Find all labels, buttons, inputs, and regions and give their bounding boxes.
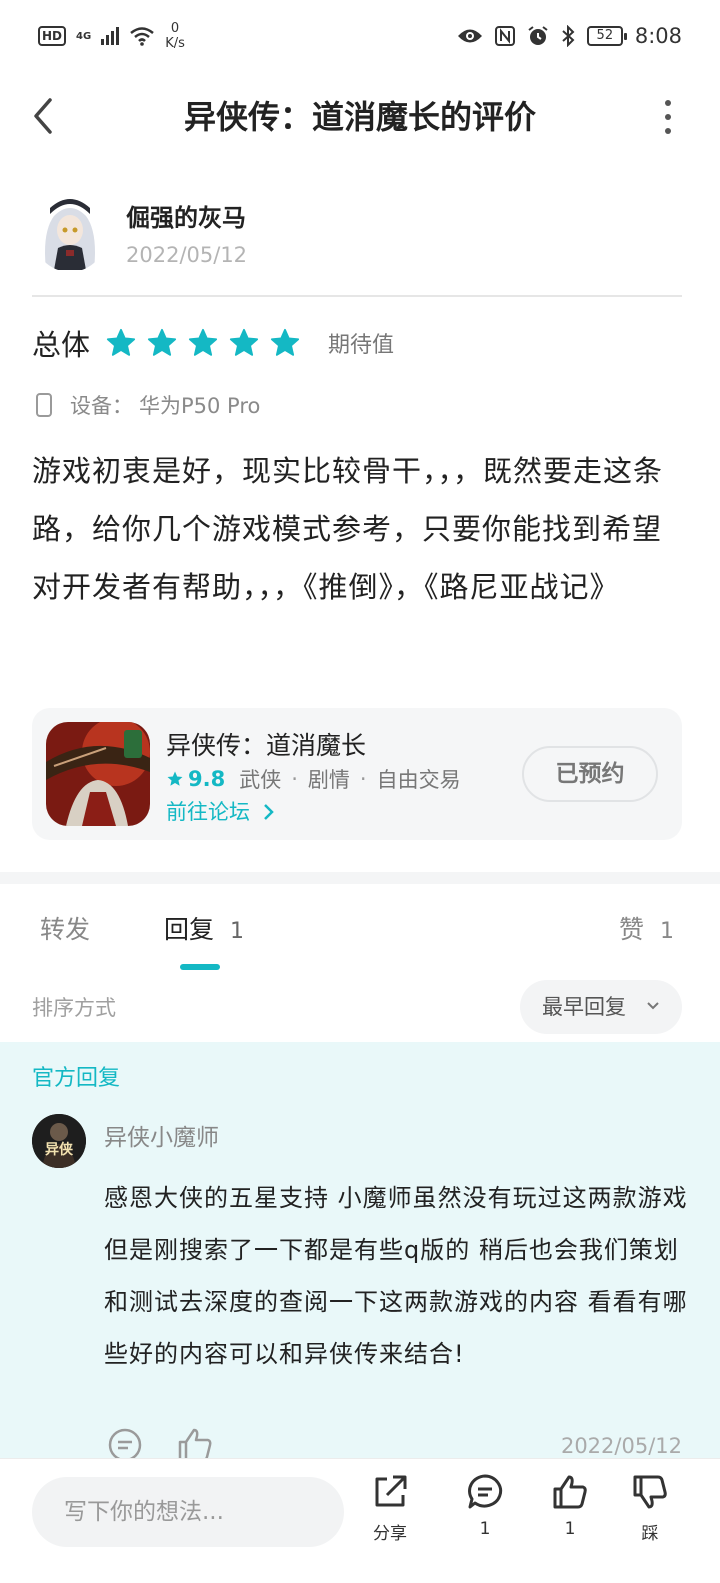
- tab-like-label: 赞: [619, 915, 645, 944]
- star-icon: [229, 328, 259, 356]
- device-name: 华为P50 Pro: [139, 394, 261, 418]
- tab-bar: 转发 回复 1 赞 1: [0, 900, 720, 976]
- forum-link-label: 前往论坛: [166, 800, 250, 824]
- status-left: HD 4G 0 K/s: [38, 21, 185, 51]
- comment-count: 1: [479, 1519, 491, 1539]
- reply-avatar[interactable]: 异侠: [32, 1114, 86, 1168]
- net-speed-value: 0: [170, 21, 180, 36]
- avatar-image: [32, 192, 108, 272]
- sort-dropdown[interactable]: 最早回复: [520, 980, 682, 1034]
- review-date: 2022/05/12: [126, 243, 248, 267]
- network-type: 4G: [76, 30, 92, 42]
- game-score: 9.8: [188, 767, 226, 791]
- share-button[interactable]: 分享: [360, 1473, 420, 1544]
- tab-reply-label: 回复: [164, 915, 215, 944]
- reply-text: 感恩大侠的五星支持 小魔师虽然没有玩过这两款游戏 但是刚搜索了一下都是有些q版的…: [104, 1184, 688, 1368]
- dislike-label: 踩: [641, 1524, 659, 1544]
- bluetooth-icon: [562, 25, 575, 47]
- share-icon: [375, 1475, 407, 1507]
- comment-bubble-icon: [468, 1474, 503, 1509]
- game-card[interactable]: 异侠传：道消魔长 9.8 武侠 · 剧情 · 自由交易 前往论坛 已预约: [32, 708, 682, 840]
- dislike-button[interactable]: 踩: [620, 1473, 680, 1544]
- back-arrow-icon[interactable]: [28, 96, 58, 136]
- chevron-right-icon: [263, 804, 274, 820]
- divider: [32, 295, 682, 297]
- game-meta: 9.8 武侠 · 剧情 · 自由交易: [166, 764, 461, 794]
- star-icon: [167, 771, 183, 786]
- tab-like-count: 1: [660, 919, 674, 944]
- review-body: 游戏初衷是好，现实比较骨干，，，既然要走这条路，给你几个游戏模式参考，只要你能找…: [32, 454, 664, 604]
- chevron-down-icon: [647, 1002, 659, 1010]
- signal-icon: [101, 27, 120, 45]
- device-label: 设备：: [70, 394, 133, 418]
- reply-author-name[interactable]: 异侠小魔师: [104, 1118, 219, 1152]
- share-label: 分享: [373, 1524, 407, 1544]
- net-speed-unit: K/s: [165, 36, 185, 51]
- sort-label: 排序方式: [32, 996, 116, 1020]
- net-speed: 0 K/s: [165, 21, 185, 51]
- author-info: 倔强的灰马 2022/05/12: [126, 192, 247, 292]
- comment-button[interactable]: 1: [455, 1473, 515, 1539]
- header: 异侠传：道消魔长的评价: [0, 78, 720, 152]
- review-author: 倔强的灰马 2022/05/12: [32, 192, 688, 292]
- alarm-icon: [528, 26, 548, 45]
- star-icon: [188, 328, 218, 356]
- hd-badge: HD: [38, 26, 67, 46]
- forum-link[interactable]: 前往论坛: [166, 796, 275, 826]
- nfc-icon: [494, 26, 515, 46]
- tab-reply[interactable]: 回复 1: [164, 910, 244, 946]
- thumbs-up-icon: [553, 1475, 587, 1509]
- reply-avatar-image: 异侠: [32, 1114, 86, 1168]
- wifi-icon: [130, 27, 154, 46]
- tag-separator: ·: [359, 767, 367, 791]
- avatar[interactable]: [32, 192, 108, 272]
- tab-reply-count: 1: [229, 919, 244, 944]
- page-title: 异侠传：道消魔长的评价: [183, 98, 536, 136]
- battery-icon: 52: [586, 26, 627, 46]
- author-name[interactable]: 倔强的灰马: [126, 198, 247, 233]
- official-reply: 官方回复 异侠 异侠小魔师 感恩大侠的五星支持 小魔师虽然没有玩过这两款游戏 但…: [0, 1042, 720, 1462]
- status-right: 52 8:08: [457, 24, 682, 48]
- game-icon[interactable]: [46, 722, 150, 826]
- reply-date: 2022/05/12: [560, 1434, 682, 1458]
- official-reply-label: 官方回复: [32, 1066, 121, 1091]
- rating-stars: [106, 328, 300, 358]
- reply-avatar-text: 异侠: [45, 1141, 74, 1158]
- like-button[interactable]: 1: [540, 1473, 600, 1539]
- phone-icon: [36, 393, 52, 417]
- comment-input[interactable]: [32, 1477, 344, 1547]
- star-icon: [147, 328, 177, 356]
- rating-row: 总体 期待值: [32, 320, 394, 366]
- status-bar: HD 4G 0 K/s 52 8:08: [0, 0, 720, 72]
- game-tag: 武侠: [239, 768, 282, 792]
- like-count: 1: [564, 1519, 576, 1539]
- sort-selected: 最早回复: [542, 995, 626, 1019]
- game-tag: 剧情: [307, 768, 350, 792]
- tab-indicator: [180, 964, 220, 970]
- tab-like[interactable]: 赞 1: [619, 910, 674, 946]
- device-info: 设备： 华为P50 Pro: [36, 390, 260, 420]
- eye-icon: [457, 29, 482, 43]
- star-icon: [270, 328, 300, 356]
- tag-separator: ·: [291, 767, 298, 791]
- rating-label: 总体: [32, 328, 91, 362]
- game-tag: 自由交易: [376, 768, 461, 792]
- sort-row: 排序方式 最早回复: [32, 980, 682, 1034]
- rating-tag: 期待值: [328, 333, 395, 358]
- reserved-button[interactable]: 已预约: [522, 746, 658, 802]
- more-options-icon[interactable]: [662, 100, 674, 134]
- game-icon-image: [46, 722, 150, 826]
- section-gap: [0, 872, 720, 884]
- clock: 8:08: [634, 24, 682, 48]
- bottom-bar: 分享 1 1 踩: [0, 1458, 720, 1583]
- tab-forward[interactable]: 转发: [40, 910, 90, 946]
- thumbs-down-icon: [633, 1475, 667, 1509]
- star-icon: [106, 328, 136, 356]
- game-name: 异侠传：道消魔长: [166, 731, 367, 760]
